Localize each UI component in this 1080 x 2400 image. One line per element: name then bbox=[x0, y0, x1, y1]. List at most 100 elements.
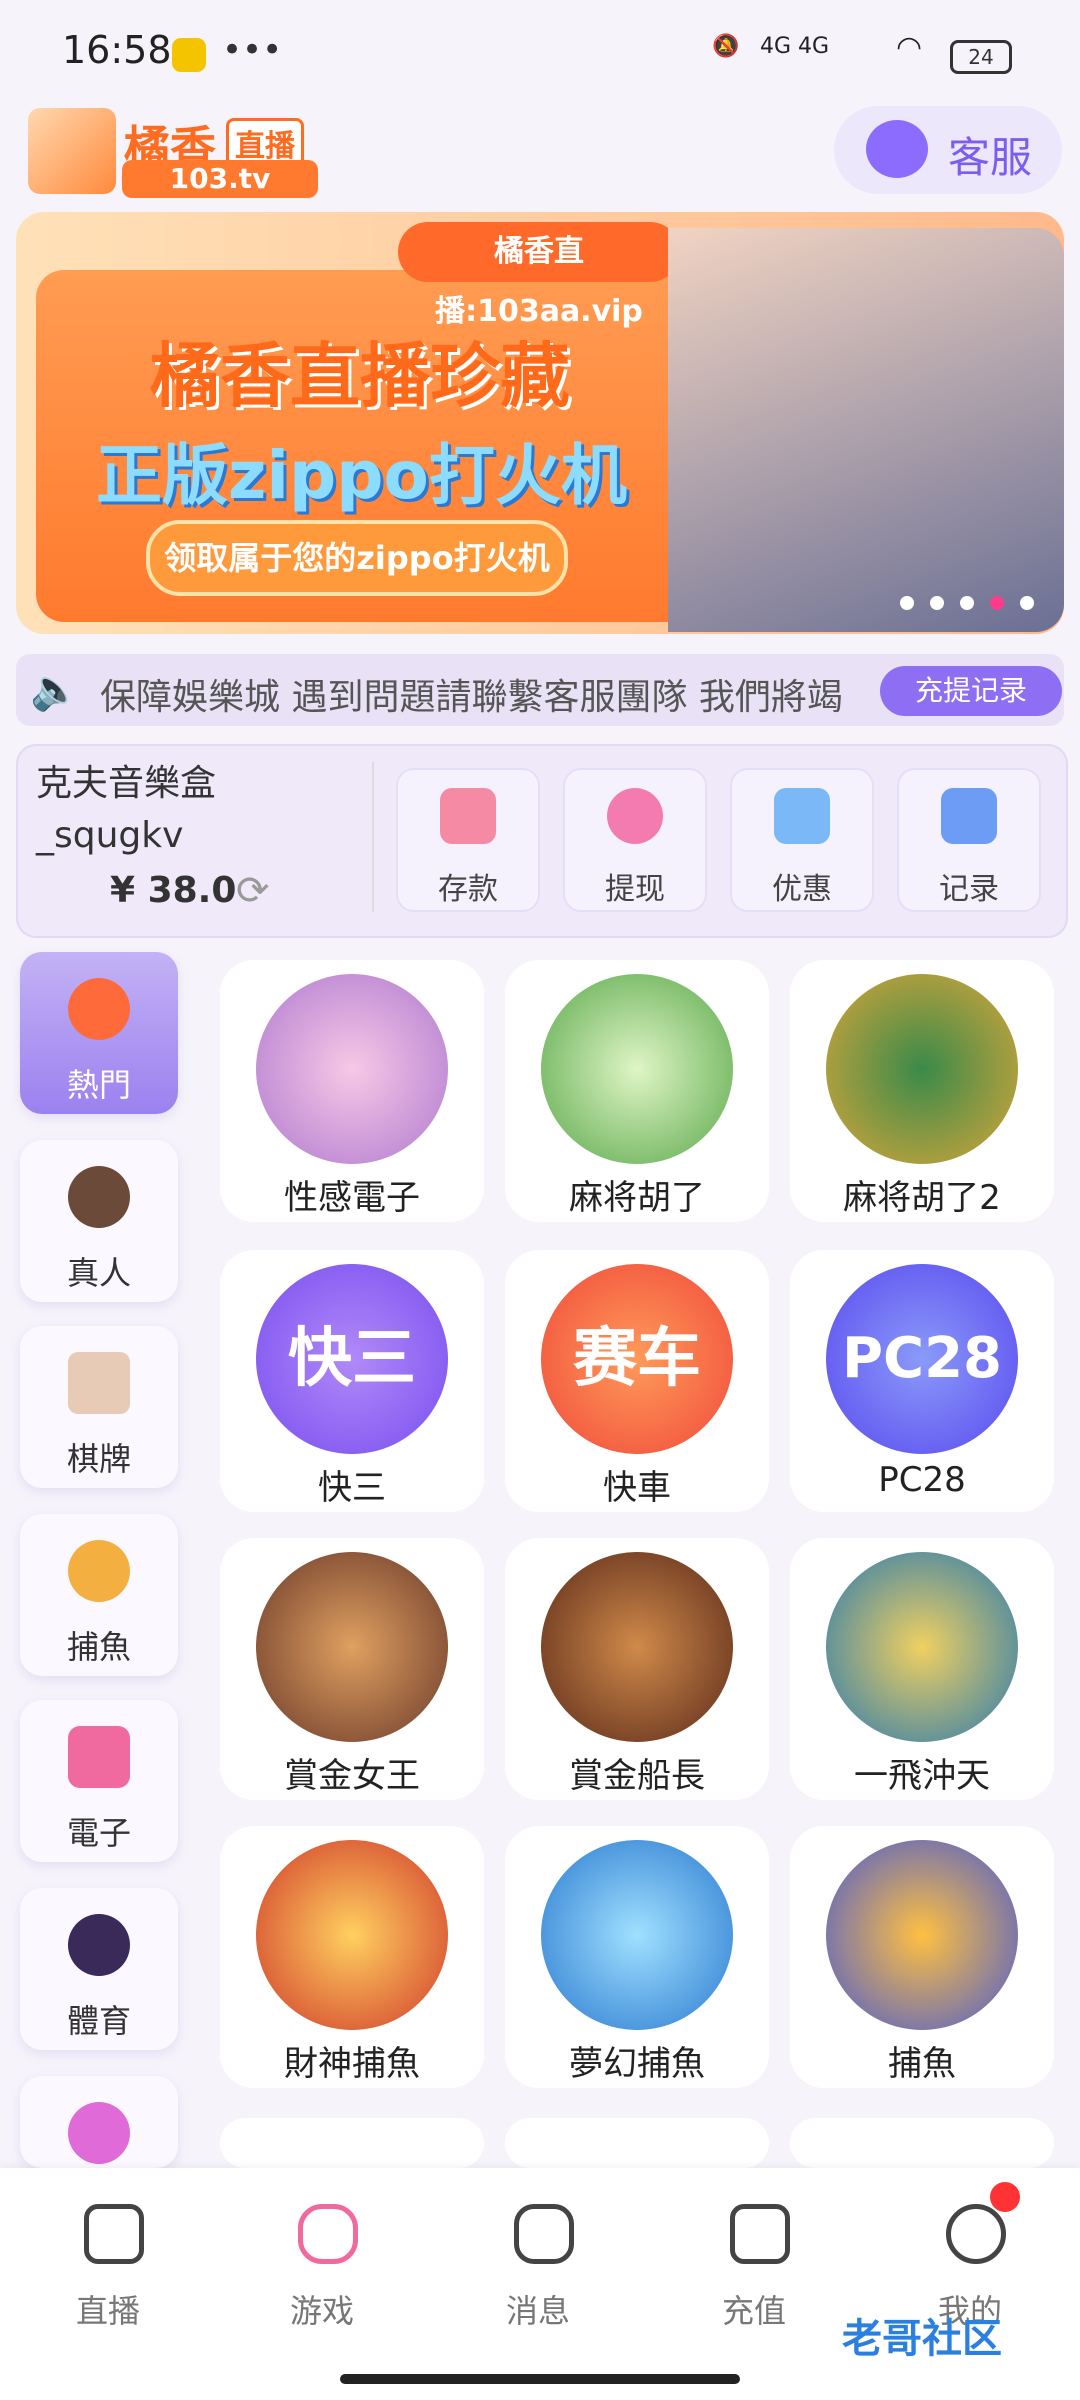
carousel-dot[interactable] bbox=[930, 596, 944, 610]
tab-live[interactable]: 直播 bbox=[48, 2196, 168, 2346]
game-card[interactable]: PC28 PC28 bbox=[790, 1250, 1054, 1512]
speaker-icon: 🔈 bbox=[30, 667, 80, 713]
category-label: 體育 bbox=[66, 2002, 131, 2040]
game-thumbnail bbox=[541, 1840, 733, 2030]
game-title: 財神捕魚 bbox=[284, 2044, 420, 2084]
watermark: 老哥社区 bbox=[842, 2316, 1002, 2362]
banner-headline: 橘香直播珍藏 bbox=[150, 335, 570, 417]
signal-icon: 4G 4G bbox=[760, 34, 830, 59]
slot-machine-icon bbox=[68, 1726, 130, 1788]
banner-subheadline: 正版zippo打火机 bbox=[96, 437, 627, 514]
category-hot[interactable]: 熱門 bbox=[20, 952, 178, 1114]
game-card[interactable]: 夢幻捕魚 bbox=[505, 1826, 769, 2088]
tab-games[interactable]: 游戏 bbox=[262, 2196, 382, 2346]
category-slots[interactable]: 電子 bbox=[20, 1700, 178, 1862]
game-card[interactable] bbox=[220, 2118, 484, 2168]
game-card[interactable]: 赛车 快車 bbox=[505, 1250, 769, 1512]
category-fishing[interactable]: 捕魚 bbox=[20, 1514, 178, 1676]
bar-chart-icon bbox=[941, 788, 997, 844]
carousel-dot[interactable] bbox=[900, 596, 914, 610]
wifi-icon: ◠ bbox=[896, 30, 923, 65]
game-card[interactable]: 麻将胡了 bbox=[505, 960, 769, 1222]
banner-image bbox=[668, 228, 1064, 632]
category-live-casino[interactable]: 真人 bbox=[20, 1140, 178, 1302]
game-thumbnail: 快三 bbox=[256, 1264, 448, 1454]
wallet-icon bbox=[730, 2204, 790, 2264]
username: 克夫音樂盒_squgkv bbox=[36, 763, 217, 856]
game-card[interactable]: 性感電子 bbox=[220, 960, 484, 1222]
money-bag-icon bbox=[607, 788, 663, 844]
category-lottery[interactable] bbox=[20, 2076, 178, 2168]
records-button[interactable]: 记录 bbox=[897, 768, 1041, 912]
soccer-ball-icon bbox=[68, 1914, 130, 1976]
game-title: 快車 bbox=[603, 1468, 671, 1508]
tab-recharge[interactable]: 充值 bbox=[694, 2196, 814, 2346]
game-title: 捕魚 bbox=[888, 2044, 956, 2084]
game-card[interactable]: 一飛沖天 bbox=[790, 1538, 1054, 1800]
deposit-withdraw-record-button[interactable]: 充提记录 bbox=[880, 666, 1062, 716]
card-icon bbox=[440, 788, 496, 844]
promotions-button[interactable]: 优惠 bbox=[730, 768, 874, 912]
category-label: 捕魚 bbox=[66, 1628, 131, 1666]
game-thumbnail: 赛车 bbox=[541, 1264, 733, 1454]
carousel-dot[interactable] bbox=[960, 596, 974, 610]
app-notification-icon bbox=[172, 38, 206, 72]
balance: ¥ 38.0 bbox=[110, 870, 237, 911]
logo-avatar bbox=[28, 108, 116, 194]
game-title: 一飛沖天 bbox=[854, 1756, 990, 1796]
battery-icon: 24 bbox=[950, 40, 1012, 74]
deposit-button[interactable]: 存款 bbox=[396, 768, 540, 912]
customer-service-label[interactable]: 客服 bbox=[948, 124, 1032, 185]
withdraw-button[interactable]: 提现 bbox=[563, 768, 707, 912]
status-time: 16:58 bbox=[62, 28, 172, 72]
game-thumbnail bbox=[256, 1552, 448, 1742]
game-card[interactable]: 快三 快三 bbox=[220, 1250, 484, 1512]
category-chess-cards[interactable]: 棋牌 bbox=[20, 1326, 178, 1488]
withdraw-label: 提现 bbox=[605, 872, 665, 907]
game-card[interactable]: 捕魚 bbox=[790, 1826, 1054, 2088]
game-title: 賞金船長 bbox=[569, 1756, 705, 1796]
banner-cta[interactable]: 领取属于您的zippo打火机 bbox=[146, 520, 568, 596]
tab-messages[interactable]: 消息 bbox=[478, 2196, 598, 2346]
refresh-icon[interactable]: ⟳ bbox=[236, 868, 270, 914]
category-label: 真人 bbox=[66, 1254, 131, 1292]
banner-url-tag: 橘香直播:103aa.vip bbox=[398, 222, 680, 329]
carousel-dot-active[interactable] bbox=[990, 596, 1004, 610]
game-title: 夢幻捕魚 bbox=[569, 2044, 705, 2084]
game-thumbnail: PC28 bbox=[826, 1264, 1018, 1454]
home-indicator[interactable] bbox=[340, 2374, 740, 2384]
records-label: 记录 bbox=[939, 872, 999, 907]
game-title: 賞金女王 bbox=[284, 1756, 420, 1796]
tab-label: 充值 bbox=[721, 2292, 786, 2330]
fire-icon bbox=[68, 978, 130, 1040]
game-card[interactable]: 麻将胡了2 bbox=[790, 960, 1054, 1222]
message-icon bbox=[514, 2204, 574, 2264]
notification-badge bbox=[990, 2182, 1020, 2212]
game-card[interactable]: 賞金女王 bbox=[220, 1538, 484, 1800]
carousel-dot[interactable] bbox=[1020, 596, 1034, 610]
headset-icon[interactable] bbox=[866, 120, 928, 178]
game-title: PC28 bbox=[878, 1460, 966, 1500]
tab-label: 游戏 bbox=[289, 2292, 354, 2330]
game-thumbnail bbox=[541, 974, 733, 1164]
game-card[interactable] bbox=[505, 2118, 769, 2168]
game-card[interactable]: 賞金船長 bbox=[505, 1538, 769, 1800]
game-thumbnail bbox=[826, 1840, 1018, 2030]
chip-icon bbox=[68, 1166, 130, 1228]
game-title: 麻将胡了 bbox=[569, 1178, 705, 1218]
lottery-ball-icon bbox=[68, 2102, 130, 2164]
game-card[interactable] bbox=[790, 2118, 1054, 2168]
deposit-label: 存款 bbox=[438, 872, 498, 907]
tab-label: 消息 bbox=[505, 2292, 570, 2330]
announcement-text: 保障娛樂城 遇到問題請聯繫客服團隊 我們將竭 bbox=[100, 677, 843, 718]
promotions-label: 优惠 bbox=[772, 872, 832, 907]
category-sports[interactable]: 體育 bbox=[20, 1888, 178, 2050]
game-title: 性感電子 bbox=[284, 1178, 420, 1218]
category-label: 棋牌 bbox=[66, 1440, 131, 1478]
mute-icon: 🔕 bbox=[712, 34, 740, 59]
game-thumbnail bbox=[256, 974, 448, 1164]
game-card[interactable]: 財神捕魚 bbox=[220, 1826, 484, 2088]
game-title: 快三 bbox=[318, 1468, 386, 1508]
gift-icon bbox=[774, 788, 830, 844]
more-notifications-icon: ••• bbox=[222, 30, 283, 70]
